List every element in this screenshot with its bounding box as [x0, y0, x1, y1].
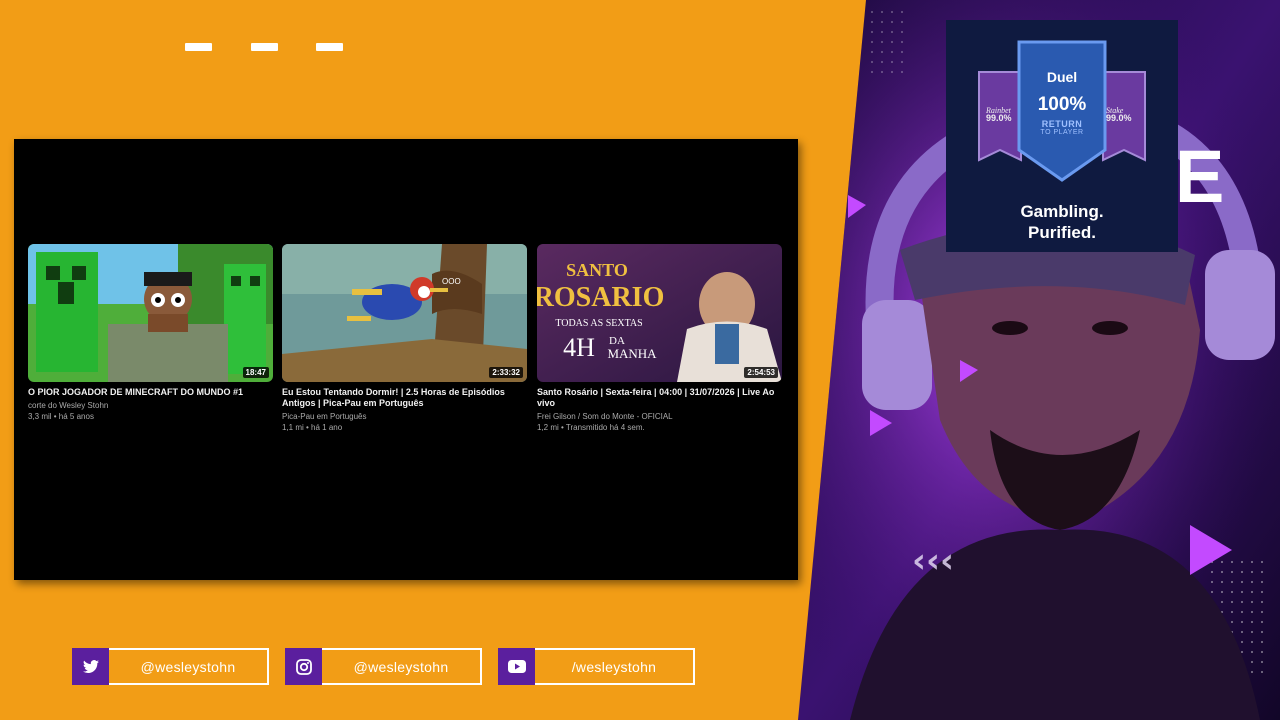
- top-dash: [316, 43, 343, 51]
- video-card[interactable]: SANTO ROSARIO TODAS AS SEXTAS 4H DA MANH…: [537, 244, 782, 433]
- ad-return-label: RETURN: [1041, 119, 1083, 129]
- side-letter: E: [1175, 135, 1225, 218]
- ad-percent: 100%: [1037, 94, 1087, 115]
- ad-tagline-2: Purified.: [1027, 223, 1096, 242]
- svg-text:OOO: OOO: [442, 277, 461, 286]
- video-duration: 18:47: [242, 367, 269, 378]
- video-grid-screen: 18:47 O PIOR JOGADOR DE MINECRAFT DO MUN…: [14, 139, 798, 580]
- video-thumbnail[interactable]: SANTO ROSARIO TODAS AS SEXTAS 4H DA MANH…: [537, 244, 782, 382]
- ad-return-sub: TO PLAYER: [1040, 129, 1084, 136]
- video-meta: 1,2 mi • Transmitido há 4 sem.: [537, 423, 645, 432]
- thumb-text-rosario: ROSARIO: [537, 282, 664, 313]
- minecraft-thumbnail-art: [28, 244, 273, 382]
- video-thumbnail[interactable]: 18:47: [28, 244, 273, 382]
- video-card[interactable]: 18:47 O PIOR JOGADOR DE MINECRAFT DO MUN…: [28, 244, 273, 422]
- video-title[interactable]: O PIOR JOGADOR DE MINECRAFT DO MUNDO #1: [28, 387, 273, 398]
- woodpecker-thumbnail-art: OOO: [282, 244, 527, 382]
- video-channel[interactable]: corte do Wesley Stohn: [28, 400, 273, 411]
- video-meta: 1,1 mi • há 1 ano: [282, 423, 343, 432]
- video-duration: 2:54:53: [744, 367, 778, 378]
- instagram-icon: [285, 648, 322, 685]
- social-youtube[interactable]: /wesleystohn: [498, 648, 695, 685]
- social-handle: @wesleystohn: [322, 648, 482, 685]
- video-channel[interactable]: Pica-Pau em Português: [282, 411, 527, 422]
- twitter-icon: [72, 648, 109, 685]
- video-title[interactable]: Santo Rosário | Sexta-feira | 04:00 | 31…: [537, 387, 782, 409]
- video-meta: 3,3 mil • há 5 anos: [28, 412, 94, 421]
- social-twitter[interactable]: @wesleystohn: [72, 648, 269, 685]
- social-handle: @wesleystohn: [109, 648, 269, 685]
- video-channel[interactable]: Frei Gilson / Som do Monte - OFICIAL: [537, 411, 782, 422]
- thumb-text-manha: MANHA: [607, 346, 657, 361]
- video-duration: 2:33:32: [489, 367, 523, 378]
- ad-brand: Duel: [1046, 69, 1078, 85]
- video-card[interactable]: OOO 2:33:32 Eu Estou Tentando Dormir! | …: [282, 244, 527, 433]
- youtube-icon: [498, 648, 535, 685]
- thumb-text-santo: SANTO: [566, 260, 628, 280]
- top-dash: [185, 43, 212, 51]
- ad-tagline-1: Gambling.: [1020, 202, 1104, 221]
- thumb-text-sextas: TODAS AS SEXTAS: [555, 318, 642, 329]
- thumb-text-4h: 4H: [563, 333, 595, 362]
- social-handle: /wesleystohn: [535, 648, 695, 685]
- video-thumbnail[interactable]: OOO 2:33:32: [282, 244, 527, 382]
- social-instagram[interactable]: @wesleystohn: [285, 648, 482, 685]
- top-dash: [251, 43, 278, 51]
- rosary-thumbnail-art: SANTO ROSARIO TODAS AS SEXTAS 4H DA MANH…: [537, 244, 782, 382]
- video-title[interactable]: Eu Estou Tentando Dormir! | 2.5 Horas de…: [282, 387, 527, 409]
- sponsor-ad[interactable]: Rainbet 99.0% Stake 99.0% Duel 100% RETU…: [946, 20, 1178, 252]
- svg-text:‹‹‹: ‹‹‹: [912, 541, 954, 581]
